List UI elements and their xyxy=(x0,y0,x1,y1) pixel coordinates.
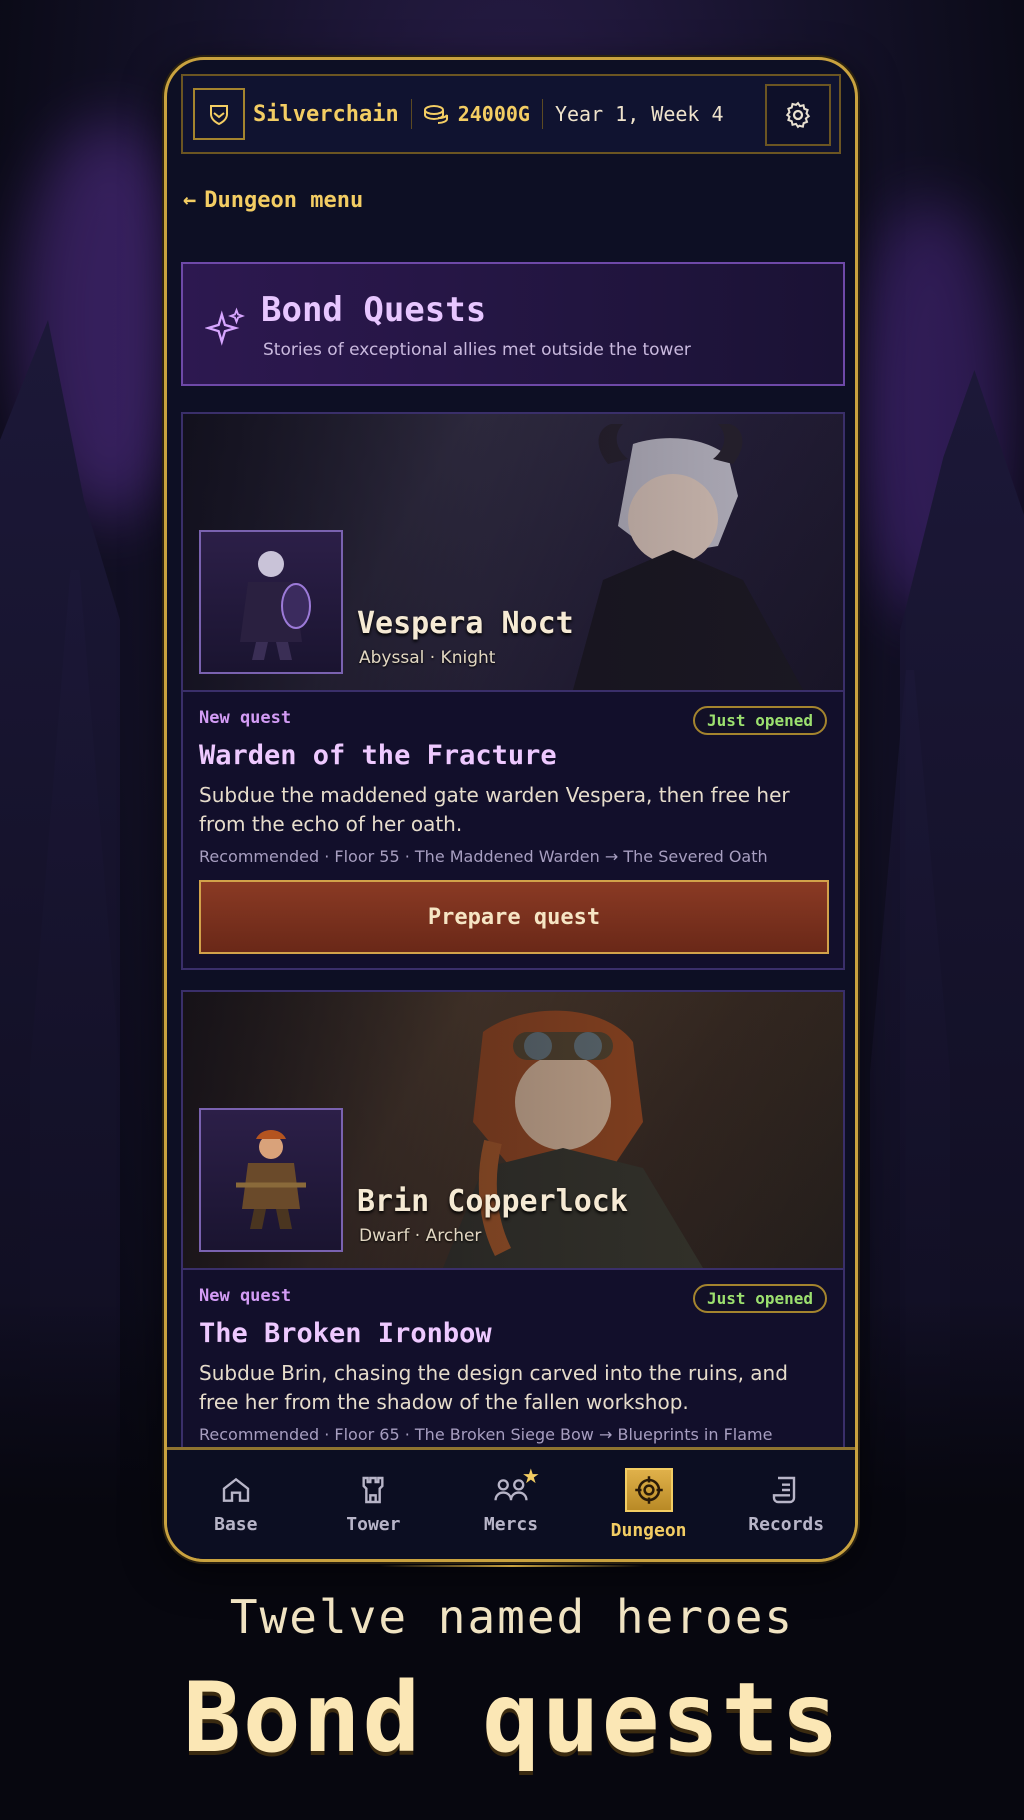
guild-name: Silverchain xyxy=(253,101,399,127)
phone-frame: Silverchain 24000G Year 1, Week 4 ← Dung… xyxy=(164,57,858,1562)
divider xyxy=(410,99,412,129)
nav-item-records[interactable]: Records xyxy=(717,1450,855,1559)
nav-label: Tower xyxy=(346,1514,401,1535)
guild-crest-icon[interactable] xyxy=(193,88,245,140)
quest-details: New quest Just opened Warden of the Frac… xyxy=(183,692,843,954)
bond-quests-banner: Bond Quests Stories of exceptional allie… xyxy=(181,262,845,386)
hero-portrait[interactable] xyxy=(199,1108,343,1252)
star-icon: ★ xyxy=(521,1464,540,1488)
nav-item-base[interactable]: Base xyxy=(167,1450,305,1559)
quest-description: Subdue the maddened gate warden Vespera,… xyxy=(199,783,790,836)
hero-race-class: Dwarf · Archer xyxy=(359,1226,482,1246)
hero-name: Vespera Noct xyxy=(357,606,574,641)
quest-description: Subdue Brin, chasing the design carved i… xyxy=(199,1361,788,1414)
nav-label: Base xyxy=(214,1514,258,1535)
hero-banner: Vespera Noct Abyssal · Knight xyxy=(183,414,843,692)
banner-subtitle: Stories of exceptional allies met outsid… xyxy=(263,340,691,360)
quest-title: The Broken Ironbow xyxy=(199,1318,492,1349)
nav-icon-frame xyxy=(624,1468,673,1512)
quest-card: Vespera Noct Abyssal · Knight New quest … xyxy=(181,412,845,970)
game-date: Year 1, Week 4 xyxy=(554,102,724,126)
back-link[interactable]: ← Dungeon menu xyxy=(183,188,363,213)
hero-name: Brin Copperlock xyxy=(357,1184,628,1219)
quest-title: Warden of the Fracture xyxy=(199,740,557,771)
gear-icon xyxy=(785,101,811,129)
back-label: Dungeon menu xyxy=(204,188,364,213)
status-badge: Just opened xyxy=(693,706,827,735)
nav-item-tower[interactable]: Tower xyxy=(305,1450,443,1559)
sparkle-icon xyxy=(204,306,247,352)
coins-icon xyxy=(423,105,448,124)
scroll-icon xyxy=(772,1476,796,1504)
prepare-quest-button[interactable]: Prepare quest xyxy=(199,880,829,954)
divider-glow xyxy=(380,1565,644,1567)
quest-recommendation: Recommended · Floor 55 · The Maddened Wa… xyxy=(199,847,768,866)
caption-title: Bond quests xyxy=(183,1662,841,1774)
target-icon xyxy=(634,1476,663,1504)
nav-item-mercs[interactable]: ★ Mercs xyxy=(442,1450,580,1559)
hero-portrait[interactable] xyxy=(199,530,343,674)
home-icon xyxy=(222,1477,249,1502)
top-status-bar: Silverchain 24000G Year 1, Week 4 xyxy=(181,74,841,154)
nav-item-dungeon[interactable]: Dungeon xyxy=(580,1450,718,1559)
tower-icon xyxy=(362,1476,384,1504)
gold-amount: 24000G xyxy=(457,102,530,126)
arrow-left-icon: ← xyxy=(183,188,197,213)
quest-details: New quest Just opened The Broken Ironbow… xyxy=(183,1270,843,1444)
banner-title: Bond Quests xyxy=(261,290,487,330)
settings-button[interactable] xyxy=(765,84,831,146)
bottom-navigation: Base Tower ★ Mercs Dungeon Records xyxy=(167,1447,855,1559)
quest-card: Brin Copperlock Dwarf · Archer New quest… xyxy=(181,990,845,1490)
caption-subtitle: Twelve named heroes xyxy=(229,1590,795,1644)
hero-race-class: Abyssal · Knight xyxy=(359,648,496,668)
status-badge: Just opened xyxy=(693,1284,827,1313)
gold-display: 24000G xyxy=(423,102,530,126)
nav-label: Records xyxy=(748,1514,825,1535)
quest-recommendation: Recommended · Floor 65 · The Broken Sieg… xyxy=(199,1425,773,1444)
nav-label: Mercs xyxy=(483,1514,539,1535)
divider xyxy=(541,99,543,129)
nav-label: Dungeon xyxy=(610,1520,687,1541)
hero-banner: Brin Copperlock Dwarf · Archer xyxy=(183,992,843,1270)
